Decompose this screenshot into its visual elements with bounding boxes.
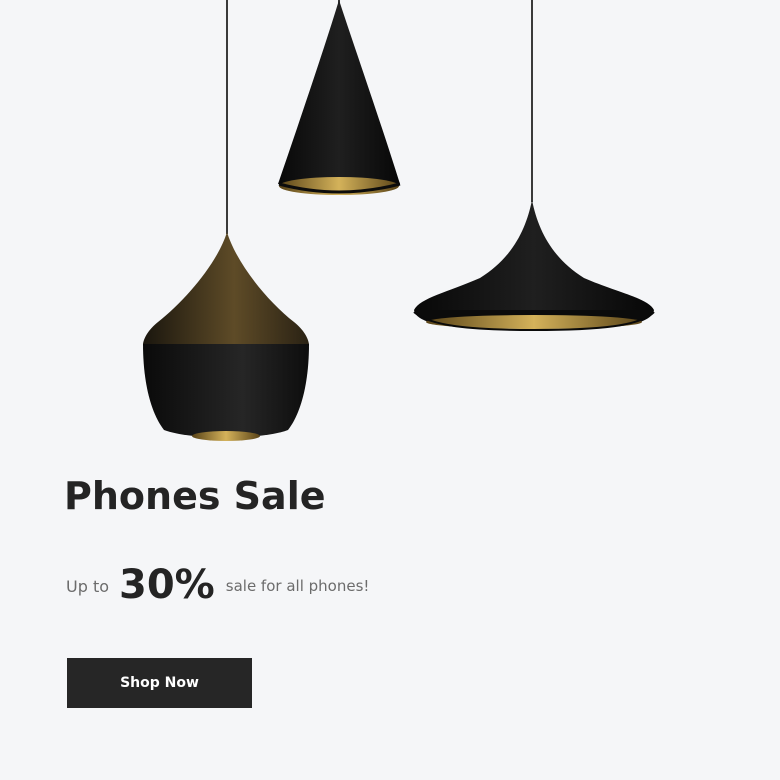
bell-lamp — [143, 232, 309, 441]
banner-title: Phones Sale — [64, 474, 326, 518]
offer-suffix: sale for all phones! — [225, 577, 370, 595]
shop-now-button[interactable]: Shop Now — [67, 658, 252, 708]
wide-lamp — [413, 200, 655, 332]
promo-banner: Phones Sale Up to 30% sale for all phone… — [0, 0, 780, 780]
cone-lamp — [278, 0, 401, 195]
offer-prefix: Up to — [66, 576, 110, 596]
pendant-lamps-image — [143, 0, 655, 441]
offer-line: Up to 30% sale for all phones! — [66, 560, 369, 610]
offer-percent: 30% — [119, 562, 215, 608]
